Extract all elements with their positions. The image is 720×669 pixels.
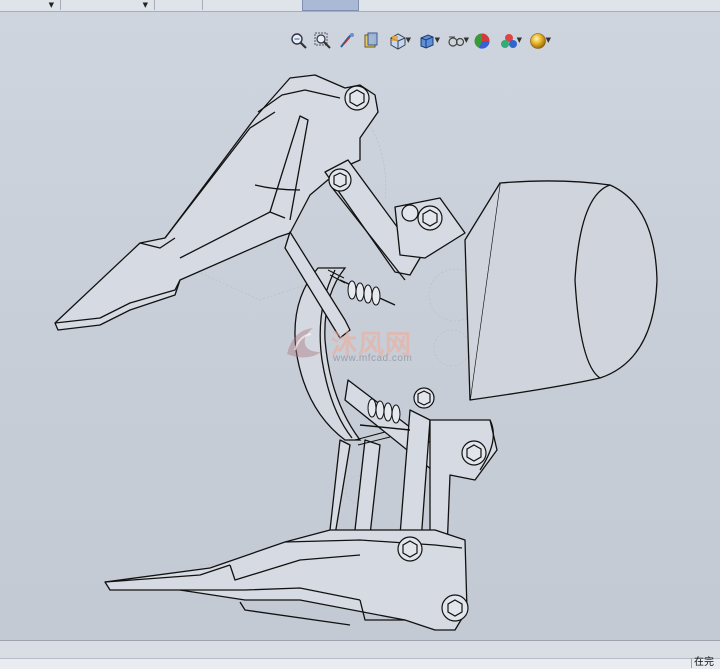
- watermark-logo-icon: [287, 328, 321, 358]
- watermark: 沐风网 www.mfcad.com: [283, 322, 453, 367]
- graphics-area[interactable]: ▼ ▼ ▼ ▼ ▼ 沐风网 www.mfcad.com: [0, 12, 720, 640]
- chevron-down-icon: ▼: [142, 1, 148, 9]
- toolbar-slot: [154, 0, 203, 10]
- status-bar: 在完: [0, 640, 720, 669]
- watermark-url: www.mfcad.com: [333, 353, 413, 364]
- config-dropdown[interactable]: ▼: [0, 0, 61, 10]
- active-tab[interactable]: [302, 0, 359, 11]
- view-dropdown[interactable]: ▼: [60, 0, 155, 10]
- top-toolbar: ▼ ▼: [0, 0, 720, 12]
- chevron-down-icon: ▼: [48, 1, 54, 9]
- status-strip: [0, 658, 720, 669]
